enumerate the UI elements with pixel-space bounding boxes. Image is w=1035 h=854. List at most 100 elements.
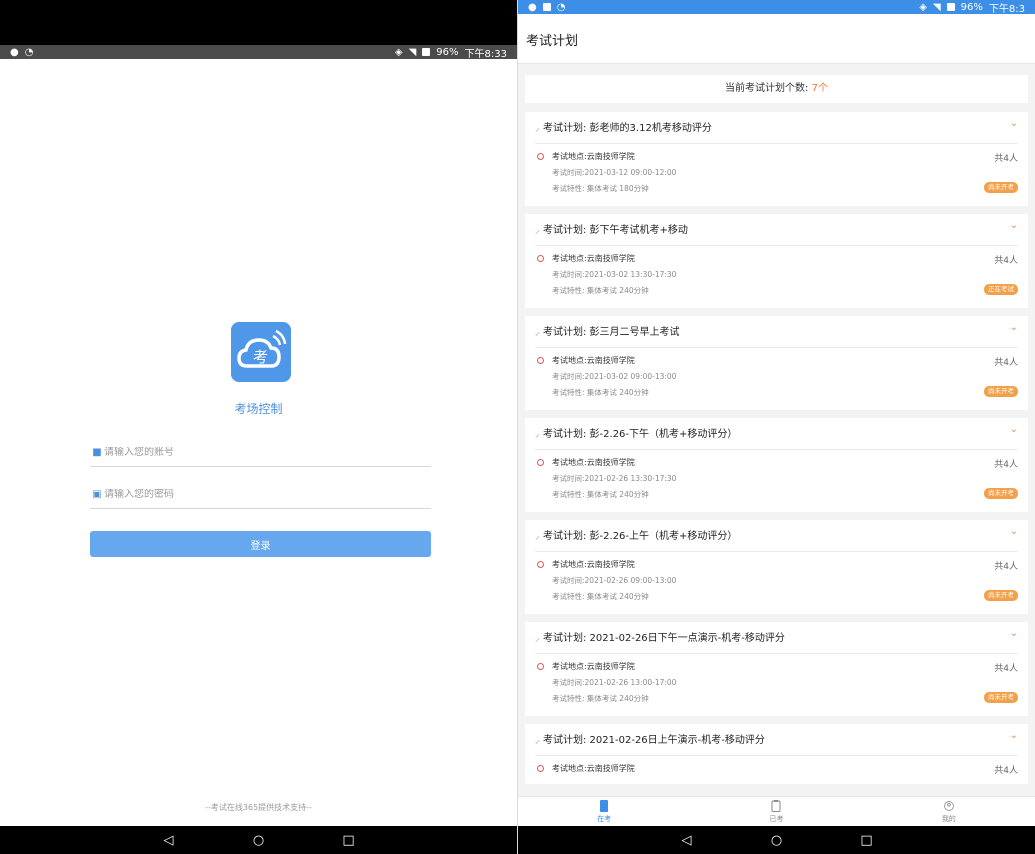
location-dot-icon: [537, 765, 544, 772]
location-dot-icon: [537, 561, 544, 568]
tab-in-exam[interactable]: 在考: [518, 797, 690, 826]
user-icon: ■: [92, 447, 102, 458]
battery-percent: 96%: [960, 1, 983, 13]
home-icon[interactable]: ○: [244, 833, 274, 848]
plan-location: 考试地点:云南技师学院: [552, 764, 635, 773]
status-time: 下午8:3: [988, 3, 1025, 15]
system-nav-bar: ◁ ○ □: [0, 826, 517, 854]
plan-mark-icon: ⸝: [535, 429, 540, 440]
clipboard-icon: [771, 799, 781, 812]
plan-feature: 考试特性: 集体考试 240分钟: [552, 592, 649, 601]
plan-card[interactable]: ⸝ 考试计划: 彭-2.26-下午（机考+移动评分） ⌄ 考试地点:云南技师学院 …: [525, 418, 1028, 512]
card-divider: [535, 347, 1018, 348]
back-icon[interactable]: ◁: [672, 833, 702, 848]
chevron-down-icon[interactable]: ⌄: [1010, 526, 1018, 537]
tab-completed[interactable]: 已考: [690, 797, 862, 826]
support-footer: --考试在线365提供技术支持--: [205, 803, 312, 812]
plan-title: ⸝ 考试计划: 2021-02-26日上午演示-机考-移动评分: [535, 731, 765, 746]
home-icon[interactable]: ○: [762, 833, 792, 848]
plan-people: 共4人: [994, 664, 1018, 674]
plan-card[interactable]: ⸝ 考试计划: 彭-2.26-上午（机考+移动评分） ⌄ 考试地点:云南技师学院 …: [525, 520, 1028, 614]
plan-title: ⸝ 考试计划: 彭-2.26-上午（机考+移动评分）: [535, 527, 737, 542]
chevron-down-icon[interactable]: ⌄: [1010, 424, 1018, 435]
plan-time: 考试时间:2021-03-02 09:00-13:00: [552, 372, 677, 381]
search-icon: ●: [528, 1, 537, 13]
status-badge: 尚未开考: [984, 386, 1018, 397]
recent-apps-icon[interactable]: □: [852, 833, 882, 848]
plan-count-bar: 当前考试计划个数: 7个: [525, 75, 1028, 103]
cloud-exam-icon: 考: [237, 329, 287, 368]
plan-title: ⸝ 考试计划: 彭老师的3.12机考移动评分: [535, 119, 712, 134]
password-field[interactable]: ▣: [90, 481, 431, 509]
plan-title-text: 考试计划: 彭-2.26-下午（机考+移动评分）: [543, 429, 738, 440]
chevron-down-icon[interactable]: ⌄: [1010, 118, 1018, 129]
plan-count-label: 当前考试计划个数:: [725, 83, 809, 94]
tab-label: 我的: [941, 814, 956, 823]
plan-list: ⸝ 考试计划: 彭老师的3.12机考移动评分 ⌄ 考试地点:云南技师学院 共4人 …: [525, 112, 1028, 792]
plan-title-text: 考试计划: 彭下午考试机考+移动: [543, 225, 688, 236]
status-badge: 尚未开考: [984, 182, 1018, 193]
plan-location: 考试地点:云南技师学院: [552, 458, 635, 467]
plan-people: 共4人: [994, 256, 1018, 266]
page-header: 考试计划: [518, 14, 1035, 64]
lock-icon: ▣: [92, 489, 102, 500]
plan-card[interactable]: ⸝ 考试计划: 彭老师的3.12机考移动评分 ⌄ 考试地点:云南技师学院 共4人 …: [525, 112, 1028, 206]
login-button[interactable]: 登录: [90, 531, 431, 557]
status-bar: ● ◔ ◈ ◥ 96% 下午8:33: [0, 45, 517, 60]
plan-card[interactable]: ⸝ 考试计划: 2021-02-26日上午演示-机考-移动评分 ⌄ 考试地点:云南…: [525, 724, 1028, 784]
location-dot-icon: [537, 663, 544, 670]
tab-label: 在考: [597, 814, 612, 823]
plan-time: 考试时间:2021-02-26 13:00-17:00: [552, 678, 677, 687]
logo-text: 考: [253, 348, 268, 366]
system-nav-bar: ◁ ○ □: [518, 826, 1035, 854]
plan-title-text: 考试计划: 彭三月二号早上考试: [543, 327, 680, 338]
app-name: 考场控制: [234, 402, 283, 416]
plan-time: 考试时间:2021-02-26 09:00-13:00: [552, 576, 677, 585]
plan-people: 共4人: [994, 358, 1018, 368]
location-dot-icon: [537, 459, 544, 466]
chevron-down-icon[interactable]: ⌄: [1010, 322, 1018, 333]
top-black-band: [0, 0, 517, 45]
plan-location: 考试地点:云南技师学院: [552, 662, 635, 671]
plan-card[interactable]: ⸝ 考试计划: 2021-02-26日下午一点演示-机考-移动评分 ⌄ 考试地点:…: [525, 622, 1028, 716]
card-divider: [535, 245, 1018, 246]
plan-feature: 考试特性: 集体考试 180分钟: [552, 184, 649, 193]
book-icon: [600, 799, 609, 812]
plan-mark-icon: ⸝: [535, 633, 540, 644]
status-bar: ● ◔ ◈ ◥ 96% 下午8:3: [518, 0, 1035, 15]
plan-people: 共4人: [994, 154, 1018, 164]
page-title: 考试计划: [526, 34, 579, 49]
status-badge: 尚未开考: [984, 590, 1018, 601]
account-input[interactable]: [104, 447, 404, 458]
plan-people: 共4人: [994, 766, 1018, 776]
signal-icon: ◥: [932, 1, 941, 13]
app-logo: 考: [231, 322, 291, 382]
wifi-icon: ◔: [24, 46, 34, 58]
plan-mark-icon: ⸝: [535, 531, 540, 542]
status-badge: 正在考试: [984, 284, 1018, 295]
plan-feature: 考试特性: 集体考试 240分钟: [552, 388, 649, 397]
vibrate-icon: ◈: [919, 1, 927, 13]
plan-feature: 考试特性: 集体考试 240分钟: [552, 694, 649, 703]
card-divider: [535, 551, 1018, 552]
plan-card[interactable]: ⸝ 考试计划: 彭下午考试机考+移动 ⌄ 考试地点:云南技师学院 共4人 考试时间…: [525, 214, 1028, 308]
image-icon: [542, 3, 551, 11]
plan-title: ⸝ 考试计划: 彭三月二号早上考试: [535, 323, 680, 338]
chevron-down-icon[interactable]: ⌄: [1010, 628, 1018, 639]
plan-title: ⸝ 考试计划: 彭下午考试机考+移动: [535, 221, 688, 236]
plan-mark-icon: ⸝: [535, 225, 540, 236]
chevron-down-icon[interactable]: ⌄: [1010, 730, 1018, 741]
battery-percent: 96%: [436, 46, 459, 58]
tab-mine[interactable]: 我的: [863, 797, 1035, 826]
plan-time: 考试时间:2021-03-12 09:00-12:00: [552, 168, 677, 177]
plan-title-text: 考试计划: 2021-02-26日上午演示-机考-移动评分: [543, 735, 765, 746]
chevron-down-icon[interactable]: ⌄: [1010, 220, 1018, 231]
account-field[interactable]: ■: [90, 439, 431, 467]
recent-apps-icon[interactable]: □: [334, 833, 364, 848]
wifi-icon: ◔: [556, 1, 566, 13]
plan-card[interactable]: ⸝ 考试计划: 彭三月二号早上考试 ⌄ 考试地点:云南技师学院 共4人 考试时间:…: [525, 316, 1028, 410]
plan-title-text: 考试计划: 2021-02-26日下午一点演示-机考-移动评分: [543, 633, 785, 644]
location-dot-icon: [537, 357, 544, 364]
password-input[interactable]: [104, 489, 404, 500]
back-icon[interactable]: ◁: [154, 833, 184, 848]
